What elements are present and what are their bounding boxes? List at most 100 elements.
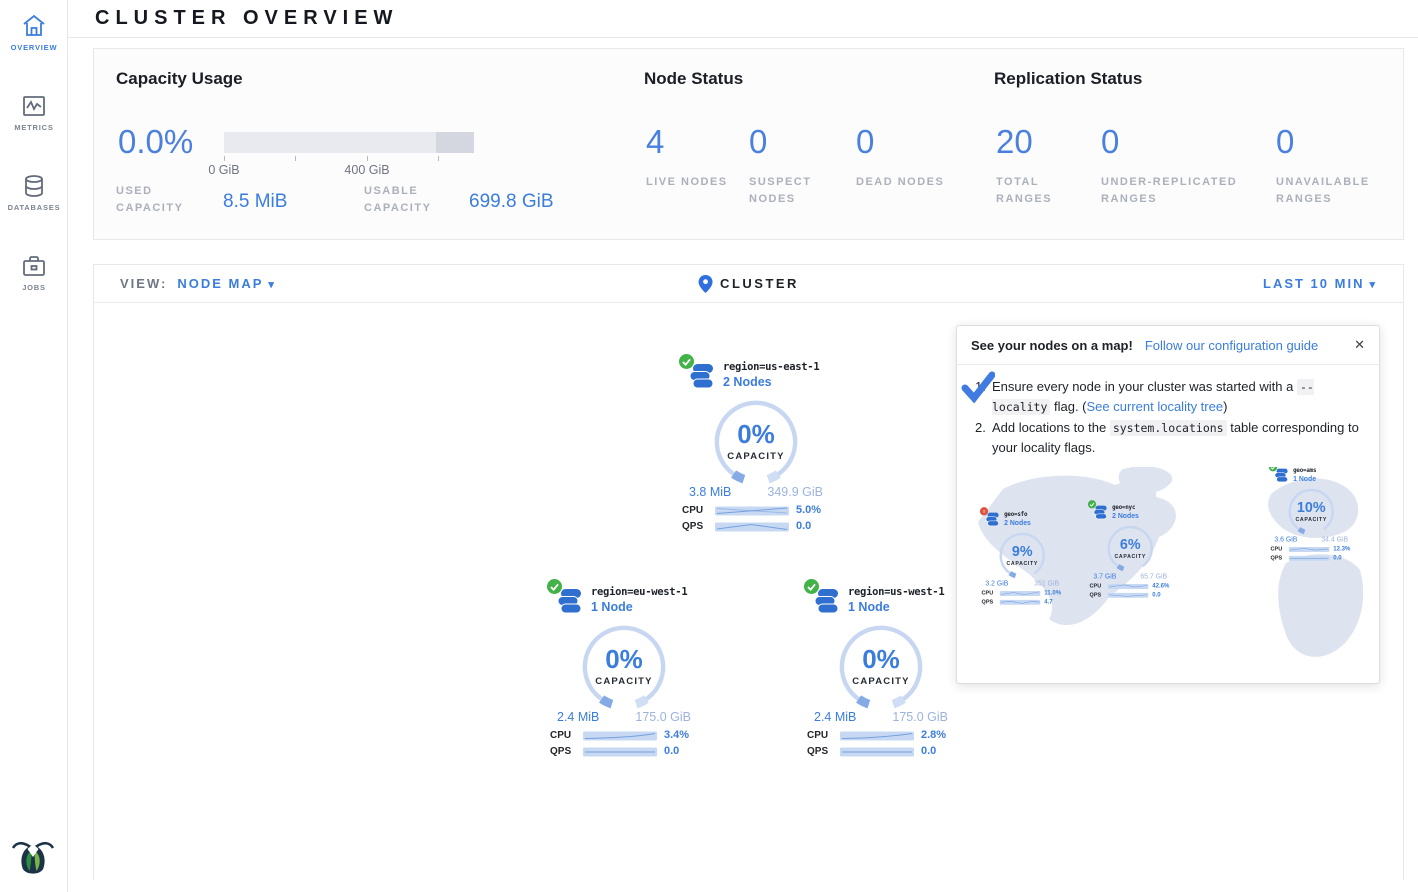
node-status-title: Node Status xyxy=(644,69,743,89)
time-range-selector[interactable]: LAST 10 MIN▾ xyxy=(1263,276,1377,291)
suspect-nodes-stat: 0 SUSPECT NODES xyxy=(749,125,839,208)
node-stack-icon xyxy=(808,586,840,616)
region-card-us-east-1[interactable]: region=us-east-1 2 Nodes 0% CAPACITY 3.8… xyxy=(681,361,831,536)
map-toolbar: VIEW: NODE MAP▾ CLUSTER LAST 10 MIN▾ xyxy=(94,265,1403,303)
stat-label: SUSPECT NODES xyxy=(749,174,839,208)
capacity-caption: CAPACITY xyxy=(706,451,806,462)
close-icon[interactable]: ✕ xyxy=(1354,337,1365,353)
region-card-eu-west-1[interactable]: region=eu-west-1 1 Node 0% CAPACITY 2.4 … xyxy=(549,586,699,761)
sidebar-item-label: OVERVIEW xyxy=(0,43,68,52)
under-replicated-ranges-stat: 0 UNDER-REPLICATED RANGES xyxy=(1101,125,1271,208)
node-stack-icon xyxy=(551,586,583,616)
node-map-config-tooltip: See your nodes on a map! Follow our conf… xyxy=(956,325,1380,684)
qps-sparkline xyxy=(840,746,914,757)
live-nodes-stat: 4 LIVE NODES xyxy=(646,125,736,191)
used-capacity: 3.8 MiB xyxy=(689,485,731,499)
capacity-usage-title: Capacity Usage xyxy=(116,69,243,89)
total-capacity: 175.0 GiB xyxy=(635,710,691,724)
page-title: CLUSTER OVERVIEW xyxy=(95,7,398,30)
used-capacity: 2.4 MiB xyxy=(557,710,599,724)
locality-tree-link[interactable]: See current locality tree xyxy=(1087,399,1224,414)
capacity-bar-reserved-segment xyxy=(436,132,474,153)
cpu-value: 2.8% xyxy=(921,729,946,741)
sidebar-item-databases[interactable]: DATABASES xyxy=(0,160,68,240)
metrics-icon xyxy=(22,94,46,118)
cpu-sparkline xyxy=(840,730,914,741)
stat-label: DEAD NODES xyxy=(856,174,946,191)
sidebar-item-jobs[interactable]: JOBS xyxy=(0,240,68,320)
sidebar: OVERVIEW METRICS DATABASES JOBS xyxy=(0,0,68,892)
capacity-gauge: 6% CAPACITY xyxy=(1103,523,1158,573)
stat-label: UNDER-REPLICATED RANGES xyxy=(1101,174,1271,208)
home-icon xyxy=(21,14,47,38)
axis-tick-label: 0 GiB xyxy=(208,163,239,177)
tooltip-body: 1. Ensure every node in your cluster was… xyxy=(957,365,1379,457)
used-capacity: 2.4 MiB xyxy=(814,710,856,724)
axis-tick xyxy=(367,156,368,161)
cpu-label: CPU xyxy=(682,505,708,516)
sidebar-item-overview[interactable]: OVERVIEW xyxy=(0,0,68,80)
qps-sparkline xyxy=(715,521,789,532)
breadcrumb: CLUSTER xyxy=(698,275,799,293)
node-count-link[interactable]: 1 Node xyxy=(591,600,687,614)
axis-tick xyxy=(438,156,439,161)
cpu-value: 3.4% xyxy=(664,729,689,741)
capacity-percent: 0% xyxy=(574,644,674,675)
node-stack-icon xyxy=(683,361,715,391)
tooltip-step-1: 1. Ensure every node in your cluster was… xyxy=(975,377,1363,416)
dead-status-icon: ! xyxy=(980,507,988,515)
region-card-us-west-1[interactable]: region=us-west-1 1 Node 0% CAPACITY 2.4 … xyxy=(806,586,956,761)
cluster-summary-panel: Capacity Usage 0.0% 0 GiB 400 GiB USED C… xyxy=(93,48,1404,240)
capacity-caption: CAPACITY xyxy=(574,676,674,687)
mini-region-card-sfo: ! geo=sfo 2 Nodes 9 xyxy=(981,511,1064,607)
system-locations-code: system.locations xyxy=(1110,420,1227,436)
example-node-map: ! geo=sfo 2 Nodes 9 xyxy=(973,467,1363,667)
qps-label: QPS xyxy=(682,521,708,532)
capacity-gauge: 0% CAPACITY xyxy=(574,620,674,710)
chevron-down-icon: ▾ xyxy=(268,279,276,291)
capacity-percent: 0% xyxy=(706,419,806,450)
cpu-sparkline xyxy=(583,730,657,741)
cpu-value: 5.0% xyxy=(796,504,821,516)
stat-value: 0 xyxy=(856,125,946,158)
node-stack-icon xyxy=(1090,504,1108,521)
qps-value: 0.0 xyxy=(664,745,679,757)
live-check-icon xyxy=(679,354,694,369)
usable-capacity-label: USABLE CAPACITY xyxy=(364,183,464,217)
sidebar-item-metrics[interactable]: METRICS xyxy=(0,80,68,160)
total-ranges-stat: 20 TOTAL RANGES xyxy=(996,125,1086,208)
sidebar-item-label: DATABASES xyxy=(0,203,68,212)
capacity-gauge: 9% CAPACITY xyxy=(995,530,1050,580)
total-capacity: 175.0 GiB xyxy=(892,710,948,724)
capacity-gauge: 10% CAPACITY xyxy=(1284,486,1339,536)
capacity-gauge: 0% CAPACITY xyxy=(706,395,806,485)
view-selector[interactable]: NODE MAP▾ xyxy=(177,276,276,291)
node-count-link[interactable]: 1 Node xyxy=(848,600,944,614)
configuration-guide-link[interactable]: Follow our configuration guide xyxy=(1145,338,1318,353)
region-label: region=us-east-1 xyxy=(723,361,819,373)
cpu-sparkline xyxy=(715,505,789,516)
main-content: CLUSTER OVERVIEW Capacity Usage 0.0% 0 G… xyxy=(68,0,1418,892)
stat-value: 4 xyxy=(646,125,736,158)
live-check-icon xyxy=(804,579,819,594)
mini-region-card-nyc: geo=nyc 2 Nodes 6% CAPACITY xyxy=(1089,504,1172,600)
cpu-label: CPU xyxy=(550,730,576,741)
capacity-caption: CAPACITY xyxy=(831,676,931,687)
qps-label: QPS xyxy=(807,746,833,757)
capacity-percent: 0% xyxy=(831,644,931,675)
breadcrumb-cluster[interactable]: CLUSTER xyxy=(720,276,799,291)
tooltip-title: See your nodes on a map! xyxy=(971,338,1133,353)
sidebar-item-label: JOBS xyxy=(0,283,68,292)
node-stack-icon: ! xyxy=(982,511,1000,528)
stat-label: TOTAL RANGES xyxy=(996,174,1086,208)
capacity-gauge: 0% CAPACITY xyxy=(831,620,931,710)
region-label: region=eu-west-1 xyxy=(591,586,687,598)
step-done-check-icon xyxy=(961,371,995,409)
tooltip-step-2: 2. Add locations to the system.locations… xyxy=(975,418,1363,457)
map-pin-icon xyxy=(698,275,712,293)
node-count-link[interactable]: 2 Nodes xyxy=(723,375,819,389)
region-label: region=us-west-1 xyxy=(848,586,944,598)
stat-value: 0 xyxy=(1276,125,1396,158)
stat-label: UNAVAILABLE RANGES xyxy=(1276,174,1396,208)
capacity-bar xyxy=(224,132,474,153)
